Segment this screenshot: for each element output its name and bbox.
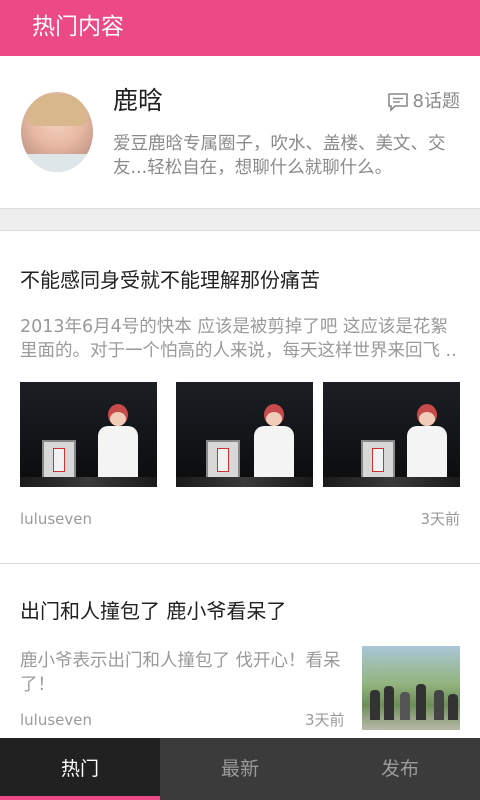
bottom-tab-bar: 热门 最新 发布 xyxy=(0,738,480,800)
post-excerpt: 2013年6月4号的快本 应该是被剪掉了吧 这应该是花絮里面的。对于一个怕高的人… xyxy=(20,317,457,361)
topics-count[interactable]: 8话题 xyxy=(387,90,460,114)
topics-count-label: 8话题 xyxy=(412,91,460,112)
profile-name: 鹿晗 xyxy=(113,86,164,115)
avatar[interactable] xyxy=(21,92,93,172)
profile-description: 爱豆鹿晗专属圈子，吹水、盖楼、美文、交友...轻松自在，想聊什么就聊什么。 xyxy=(113,134,446,178)
post-title: 不能感同身受就不能理解那份痛苦 xyxy=(20,268,320,292)
page-title: 热门内容 xyxy=(32,14,124,40)
post-image-1[interactable] xyxy=(20,382,157,487)
post-author[interactable]: luluseven xyxy=(20,509,92,529)
tab-hot[interactable]: 热门 xyxy=(0,738,160,800)
circle-profile-card[interactable]: 鹿晗 8话题 爱豆鹿晗专属圈子，吹水、盖楼、美文、交友...轻松自在，想聊什么就… xyxy=(0,56,480,208)
post-title: 出门和人撞包了 鹿小爷看呆了 xyxy=(20,599,287,623)
post-card[interactable]: 不能感同身受就不能理解那份痛苦 2013年6月4号的快本 应该是被剪掉了吧 这应… xyxy=(0,231,480,563)
section-divider xyxy=(0,208,480,231)
post-image-3[interactable] xyxy=(323,382,460,487)
top-app-bar: 热门内容 xyxy=(0,0,480,56)
post-card[interactable]: 出门和人撞包了 鹿小爷看呆了 鹿小爷表示出门和人撞包了 伐开心！看呆了！ lul… xyxy=(0,564,480,738)
post-time: 3天前 xyxy=(305,711,345,729)
post-excerpt: 鹿小爷表示出门和人撞包了 伐开心！看呆了！ xyxy=(20,651,341,695)
comment-icon xyxy=(387,93,408,112)
post-time: 3天前 xyxy=(420,510,460,528)
post-thumbnail[interactable] xyxy=(362,646,460,730)
tab-latest[interactable]: 最新 xyxy=(160,738,320,800)
post-author[interactable]: luluseven xyxy=(20,710,92,730)
tab-publish[interactable]: 发布 xyxy=(320,738,480,800)
post-image-2[interactable] xyxy=(176,382,313,487)
